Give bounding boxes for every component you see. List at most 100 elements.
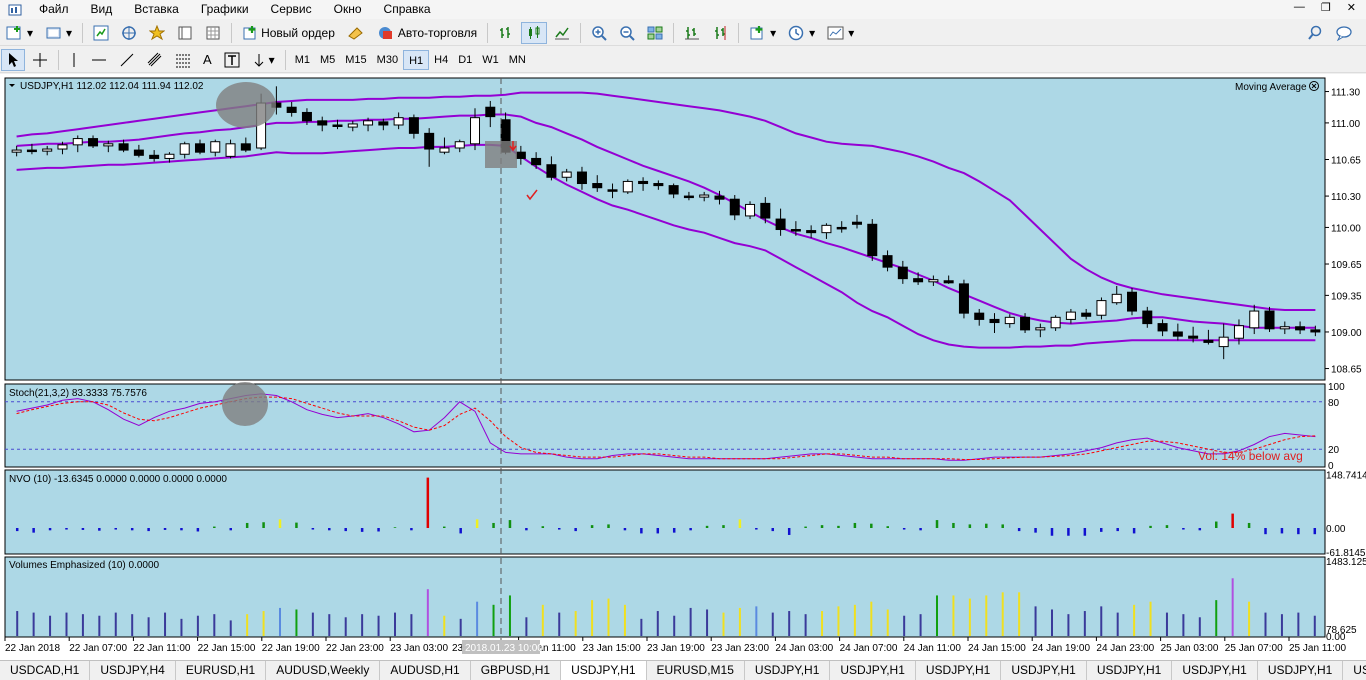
candle-body [897,266,908,280]
text-tool[interactable]: A [198,49,217,71]
market-watch-button[interactable] [88,22,114,44]
chart-tab[interactable]: USDCAD,H1 [0,661,91,680]
chart-window[interactable]: 111.30 111.00 110.65 110.30 110.00 109.65 109.… [0,74,1366,660]
chart-tab[interactable]: USDJPY,H1 [561,661,647,680]
time-axis-label: 25 Jan 11:00 [1289,643,1347,654]
profiles-button[interactable]: ▾ [40,22,77,44]
menu-tools[interactable]: Сервис [260,0,323,19]
strategy-tester-button[interactable] [200,22,226,44]
moving-average-label: Moving Average [1235,82,1307,93]
chart-tab[interactable]: EURUSD,M15 [647,661,745,680]
timeframe-m1[interactable]: M1 [290,50,315,70]
chart-tab[interactable]: USDJPY,H1 [745,661,831,680]
text-label-tool[interactable] [219,49,245,71]
chart-tab[interactable]: AUDUSD,Weekly [266,661,381,680]
menu-file[interactable]: Файл [28,0,80,19]
timeframe-h4[interactable]: H4 [429,50,453,70]
zoom-in-button[interactable] [586,22,612,44]
menu-charts[interactable]: Графики [190,0,260,19]
fibonacci-tool[interactable] [170,49,196,71]
horizontal-line-tool[interactable] [86,49,112,71]
candle-body [576,171,587,185]
candle-body [745,203,756,217]
chart-tab[interactable]: GBPUSD,H1 [471,661,562,680]
chevron-down-icon: ▾ [66,25,73,40]
chart-tab[interactable]: USDJPY,H1 [1172,661,1258,680]
chart-canvas[interactable]: 111.30 111.00 110.65 110.30 110.00 109.65 109.… [0,74,1366,660]
timeframe-h1[interactable]: H1 [403,49,430,70]
tile-windows-button[interactable] [642,22,668,44]
chart-tab[interactable]: USDJPY,H1 [1343,661,1366,680]
metaeditor-button[interactable] [342,22,370,44]
candle-body [561,171,572,178]
timeframe-m5[interactable]: M5 [315,50,340,70]
new-order-button[interactable]: Новый ордер [237,22,340,44]
chart-tab[interactable]: EURUSD,H1 [176,661,267,680]
chat-icon[interactable] [1330,22,1358,44]
close-icon[interactable]: ✕ [1347,1,1356,14]
candle-body [515,151,526,159]
chart-tab[interactable]: USDJPY,H1 [1001,661,1087,680]
chart-tab[interactable]: USDJPY,H1 [1258,661,1344,680]
main-chart-panel[interactable] [4,77,1326,381]
auto-scroll-button[interactable] [707,22,733,44]
candlestick-button[interactable] [521,21,548,44]
crosshair-tool[interactable] [27,49,53,71]
candle-body [164,153,175,159]
time-axis-label: 23 Jan 03:00 [390,643,448,654]
terminal-button[interactable] [172,22,198,44]
timeframe-w1[interactable]: W1 [477,50,504,70]
time-axis-label: 25 Jan 07:00 [1225,643,1283,654]
timeframe-m30[interactable]: M30 [372,50,403,70]
menu-insert[interactable]: Вставка [123,0,190,19]
time-axis-label: 22 Jan 07:00 [69,643,127,654]
favorites-button[interactable] [144,22,170,44]
chart-tab[interactable]: USDJPY,H1 [830,661,916,680]
separator [82,22,84,43]
search-icon[interactable] [1302,22,1328,44]
timeframe-mn[interactable]: MN [504,50,531,70]
new-chart-button[interactable]: ▾ [1,22,38,44]
zoom-out-button[interactable] [614,22,640,44]
timeframe-d1[interactable]: D1 [453,50,477,70]
cursor-tool[interactable] [1,48,25,71]
channel-tool[interactable] [142,49,168,71]
timeframe-m15[interactable]: M15 [340,50,371,70]
bar-chart-button[interactable] [493,22,519,44]
candle-body [103,143,114,147]
chart-tab[interactable]: USDJPY,H1 [916,661,1002,680]
menu-view[interactable]: Вид [80,0,124,19]
candle-body [210,141,221,153]
indicators-button[interactable]: ▾ [744,22,781,44]
periods-button[interactable]: ▾ [783,22,820,44]
candle-body [1020,316,1031,331]
restore-icon[interactable]: ❐ [1321,1,1331,14]
menu-window[interactable]: Окно [323,0,373,19]
arrows-tool[interactable]: ▾ [247,49,280,71]
candle-body [699,194,710,198]
candle-body [470,117,481,145]
templates-button[interactable]: ▾ [822,22,859,44]
nvo-header: NVO (10) -13.6345 0.0000 0.0000 0.0000 0… [9,474,227,485]
candle-body [1188,335,1199,339]
auto-trading-button[interactable]: Авто-торговля [372,22,482,44]
time-axis-label: 22 Jan 19:00 [262,643,320,654]
candle-body [1310,329,1321,333]
vertical-line-tool[interactable] [64,49,84,71]
chart-tab[interactable]: USDJPY,H4 [90,661,176,680]
minimize-icon[interactable]: — [1294,1,1305,14]
chart-shift-button[interactable] [679,22,705,44]
navigator-button[interactable] [116,22,142,44]
volumes-panel[interactable] [4,556,1326,638]
chart-tab[interactable]: AUDUSD,H1 [380,661,471,680]
stoch-axis-label: 80 [1328,398,1340,409]
price-axis-label: 111.00 [1331,119,1361,130]
candle-body [1218,336,1229,348]
line-chart-button[interactable] [549,22,575,44]
menu-help[interactable]: Справка [373,0,442,19]
candle-body [1050,316,1061,329]
chart-tab[interactable]: USDJPY,H1 [1087,661,1173,680]
trendline-tool[interactable] [114,49,140,71]
candle-body [301,111,312,122]
time-axis-label: 24 Jan 23:00 [1096,643,1154,654]
